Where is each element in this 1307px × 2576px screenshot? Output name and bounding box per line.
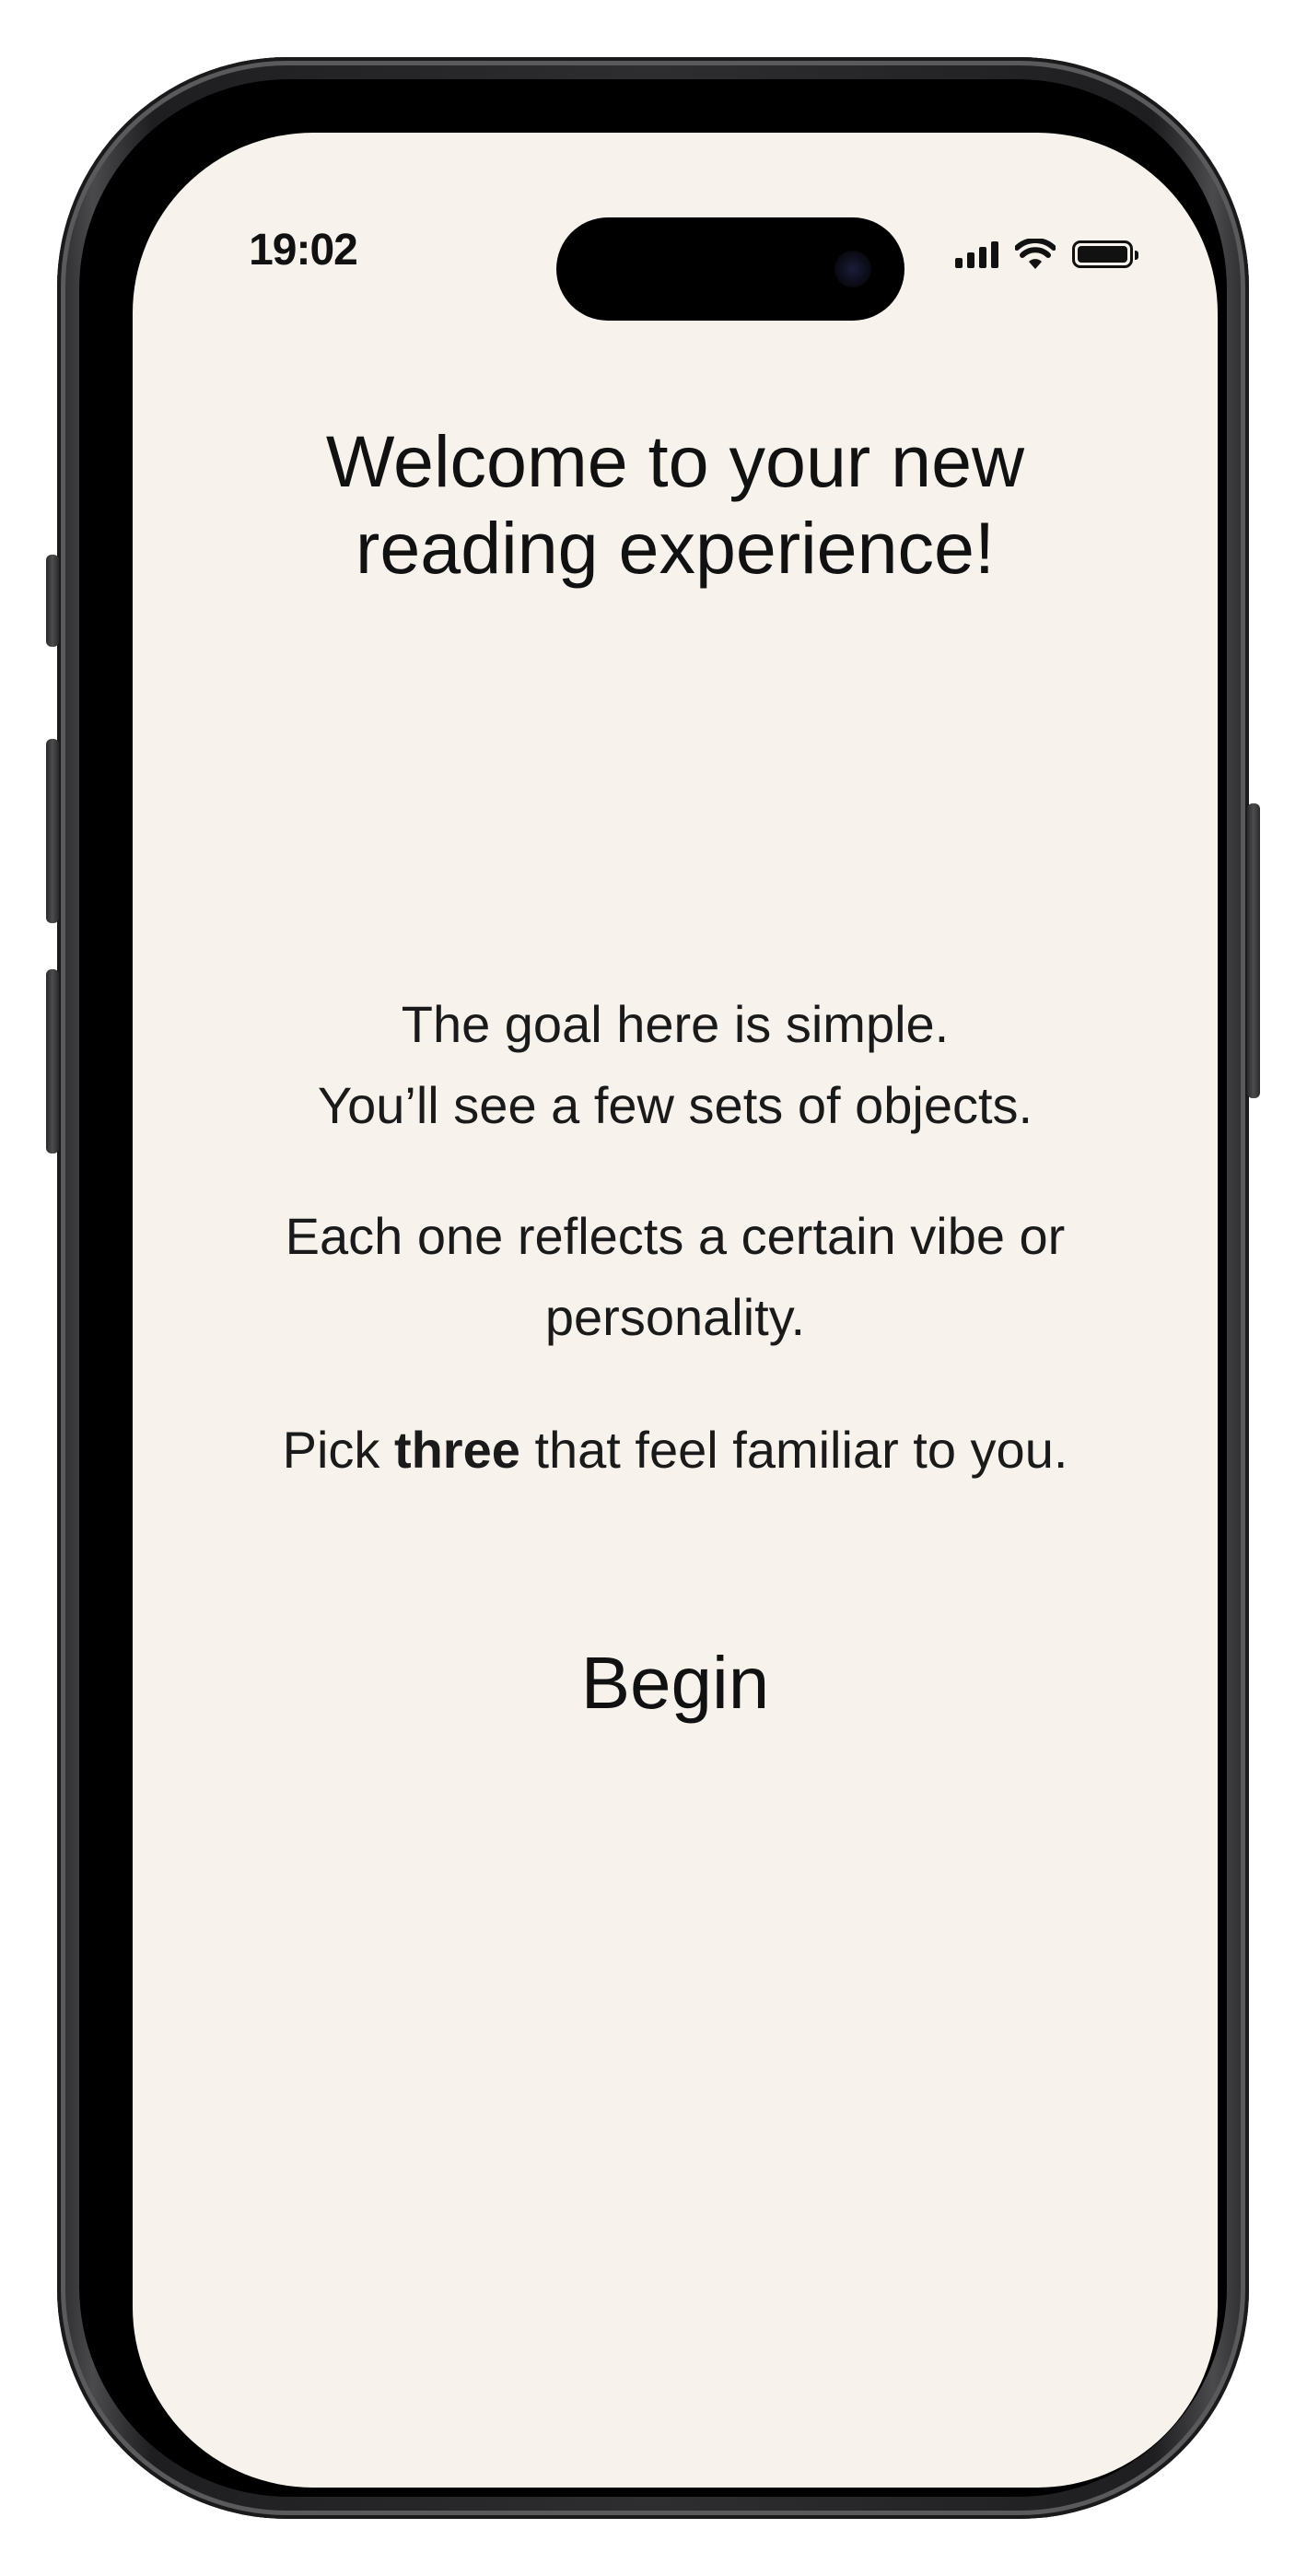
begin-button[interactable]: Begin	[491, 1623, 859, 1743]
welcome-title-line-2: reading experience!	[356, 507, 995, 589]
status-time: 19:02	[249, 226, 358, 275]
dynamic-island	[556, 217, 904, 321]
intro-line-1: The goal here is simple.	[401, 995, 950, 1053]
wifi-icon	[1015, 239, 1056, 269]
phone-bezel: 19:02 Welcome to your new reading experi…	[79, 79, 1227, 2497]
pick-prefix: Pick	[282, 1421, 394, 1479]
phone-screen: 19:02 Welcome to your new reading experi…	[133, 133, 1218, 2488]
battery-level	[1078, 246, 1127, 263]
phone-frame: 19:02 Welcome to your new reading experi…	[46, 57, 1260, 2519]
status-icons	[955, 236, 1138, 273]
intro-paragraph-2: Each one reflects a certain vibe or pers…	[133, 1196, 1218, 1358]
front-camera-icon	[834, 251, 871, 287]
pick-emphasis: three	[393, 1421, 520, 1479]
intro-paragraph-3: Pick three that feel familiar to you.	[133, 1410, 1218, 1491]
intro-line-3: Each one reflects a certain vibe or	[285, 1207, 1066, 1265]
action-button	[46, 555, 59, 647]
intro-paragraph-1: The goal here is simple. You’ll see a fe…	[133, 984, 1218, 1146]
pick-instruction: Pick three that feel familiar to you.	[133, 1410, 1218, 1491]
welcome-title-line-1: Welcome to your new	[325, 420, 1025, 502]
volume-down-button	[46, 969, 59, 1153]
intro-line-4: personality.	[544, 1288, 806, 1346]
battery-icon	[1072, 240, 1138, 268]
pick-suffix: that feel familiar to you.	[519, 1421, 1068, 1479]
cellular-signal-icon	[955, 240, 998, 268]
volume-up-button	[46, 739, 59, 923]
welcome-title: Welcome to your new reading experience!	[133, 418, 1218, 591]
intro-line-2: You’ll see a few sets of objects.	[317, 1076, 1033, 1134]
power-button	[1247, 803, 1260, 1098]
